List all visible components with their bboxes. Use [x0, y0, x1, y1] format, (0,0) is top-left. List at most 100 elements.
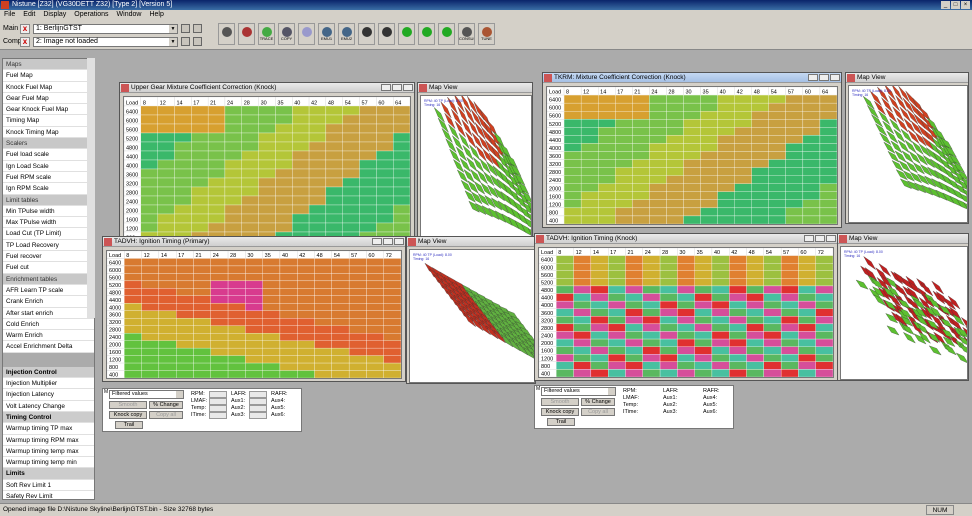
smooth-button[interactable]: Smooth [109, 401, 147, 409]
close-button[interactable] [394, 238, 404, 245]
sidebar-item[interactable]: Fuel RPM scale [3, 172, 94, 184]
sidebar-item[interactable]: Gear Knock Fuel Map [3, 104, 94, 116]
menu-window[interactable]: Window [117, 10, 142, 20]
window-caption[interactable]: TKRM: Mixture Coefficient Correction (Kn… [543, 73, 841, 83]
sidebar-item[interactable]: Injection Latency [3, 389, 94, 401]
sidebar-item[interactable]: Cold Enrich [3, 319, 94, 331]
sidebar-item[interactable]: Warm Enrich [3, 330, 94, 342]
sidebar-item[interactable]: Timing Map [3, 115, 94, 127]
maximize-button[interactable]: □ [951, 1, 960, 9]
window-caption[interactable]: Upper Gear Mixture Coefficient Correctio… [120, 83, 414, 93]
filter-select[interactable]: Filtered values [541, 387, 616, 396]
trail-button[interactable]: Trail [547, 418, 575, 426]
map-view-window[interactable]: Map View RPM: 40 TP (Load): 8.00 Timing: 1… [845, 72, 969, 224]
green-circle-2-icon[interactable] [418, 23, 435, 45]
data-grid[interactable]: Load 8 12 14 17 21 24 28 30 35 40 42 48 54 57 60 64 6400 6… [123, 96, 411, 251]
sidebar-item[interactable]: Fuel Map [3, 70, 94, 82]
data-grid[interactable]: Load 8 12 14 17 21 24 28 30 35 40 42 48 54 57 60 72 6400 6… [106, 250, 402, 379]
table-window-w3[interactable]: TADVH: Ignition Timing (Primary) Load 8 12 1… [102, 236, 406, 382]
sidebar-item[interactable]: Accel Enrichment Delta [3, 341, 94, 353]
table-window-w4[interactable]: TADVH: Ignition Timing (Knock) Load 8 12 14 1… [534, 233, 838, 381]
maximize-button[interactable] [815, 235, 825, 242]
maximize-button[interactable] [819, 74, 829, 81]
close-main-button[interactable]: x [20, 23, 30, 34]
save-comp-button[interactable] [193, 37, 202, 46]
knock-copy-button[interactable]: Knock copy [109, 411, 147, 419]
copy-icon[interactable]: COPY [278, 23, 295, 45]
close-button[interactable] [826, 235, 836, 242]
copy-all-button[interactable]: Copy all [581, 408, 615, 416]
data-grid[interactable]: Load 8 12 14 17 21 24 28 30 35 40 42 48 54 57 60 64 6400 6… [546, 86, 838, 225]
tune-icon[interactable]: TUNE [478, 23, 495, 45]
close-button[interactable]: × [961, 1, 970, 9]
3d-surface-plot[interactable]: RPM: 40 TP (Load): 8.00 Timing: 16 [840, 246, 968, 380]
graph-icon[interactable] [238, 23, 255, 45]
open-icon[interactable] [218, 23, 235, 45]
cross-icon[interactable] [378, 23, 395, 45]
sidebar-item[interactable]: Knock Fuel Map [3, 82, 94, 93]
window-caption[interactable]: TADVH: Ignition Timing (Knock) [535, 234, 837, 244]
search-icon[interactable] [298, 23, 315, 45]
open-comp-button[interactable] [181, 37, 190, 46]
data-grid[interactable]: Load 8 12 14 17 21 24 28 30 35 40 42 48 54 57 60 72 6400 6… [538, 247, 834, 378]
menu-file[interactable]: File [4, 10, 15, 20]
sidebar-item[interactable]: Ign Load Scale [3, 161, 94, 172]
map-view-window[interactable]: Map View RPM: 40 TP (Load): 8.00 Timing: 1… [837, 233, 969, 381]
pct-change-button[interactable]: % Change [149, 401, 183, 409]
sidebar-item[interactable]: Warmup timing temp min [3, 457, 94, 469]
trace-icon[interactable]: TRACE [258, 23, 275, 45]
table-window-w2[interactable]: TKRM: Mixture Coefficient Correction (Kn… [542, 72, 842, 228]
sidebar-item[interactable]: Ign RPM Scale [3, 183, 94, 195]
minimize-button[interactable]: _ [941, 1, 950, 9]
map-view-window[interactable]: Map View RPM: 40 TP (Load): 8.00 Timing: 1… [417, 82, 533, 252]
knock-copy-button[interactable]: Knock copy [541, 408, 579, 416]
smooth-button[interactable]: Smooth [541, 398, 579, 406]
maximize-button[interactable] [383, 238, 393, 245]
window-caption[interactable]: Map View [838, 234, 968, 244]
copy-all-button[interactable]: Copy all [149, 411, 183, 419]
window-caption[interactable]: Map View [418, 83, 532, 93]
sidebar-item[interactable]: AFR Learn TP scale [3, 285, 94, 297]
emu1-icon[interactable]: EMU1 [318, 23, 335, 45]
sidebar-item[interactable]: Load Cut (TP Limit) [3, 228, 94, 240]
sidebar-item[interactable]: Warmup timing temp max [3, 446, 94, 458]
sidebar-item[interactable]: TP Load Recovery [3, 240, 94, 252]
menu-edit[interactable]: Edit [23, 10, 35, 20]
green-circle-3-icon[interactable] [438, 23, 455, 45]
consult-icon[interactable]: CONSULT [458, 23, 475, 45]
sidebar-item[interactable]: Safety Rev Limit [3, 491, 94, 499]
3d-surface-plot[interactable]: RPM: 40 TP (Load): 8.00 Timing: 16 [848, 85, 968, 223]
sidebar-item[interactable]: Volt Latency Change [3, 401, 94, 412]
route-icon[interactable] [358, 23, 375, 45]
trail-button[interactable]: Trail [115, 421, 143, 429]
window-caption[interactable]: Map View [407, 237, 535, 247]
filter-select[interactable]: Filtered values [109, 390, 184, 399]
sidebar-item[interactable]: Fuel recover [3, 251, 94, 263]
menu-display[interactable]: Display [43, 10, 66, 20]
sidebar-item[interactable]: Crank Enrich [3, 296, 94, 308]
sidebar-item[interactable]: Max TPulse width [3, 217, 94, 229]
sidebar-item[interactable]: Injection Multiplier [3, 378, 94, 390]
minimize-button[interactable] [381, 84, 391, 91]
menu-operations[interactable]: Operations [74, 10, 108, 20]
green-circle-icon[interactable] [398, 23, 415, 45]
window-caption[interactable]: TADVH: Ignition Timing (Primary) [103, 237, 405, 247]
close-button[interactable] [830, 74, 840, 81]
sidebar-item[interactable]: Min TPulse width [3, 206, 94, 218]
sidebar-item[interactable]: Soft Rev Limit 1 [3, 480, 94, 491]
minimize-button[interactable] [804, 235, 814, 242]
sidebar-item[interactable]: Warmup timing TP max [3, 423, 94, 435]
3d-surface-plot[interactable]: RPM: 40 TP (Load): 8.00 Timing: 16 [409, 249, 535, 383]
table-window-w1[interactable]: Upper Gear Mixture Coefficient Correctio… [119, 82, 415, 254]
close-comp-button[interactable]: x [20, 36, 30, 47]
emu2-icon[interactable]: EMU2 [338, 23, 355, 45]
minimize-button[interactable] [808, 74, 818, 81]
menu-help[interactable]: Help [149, 10, 163, 20]
sidebar-item[interactable]: Fuel load scale [3, 149, 94, 161]
open-main-button[interactable] [181, 24, 190, 33]
maximize-button[interactable] [392, 84, 402, 91]
sidebar-item[interactable]: Warmup timing RPM max [3, 435, 94, 446]
sidebar-item[interactable]: Knock Timing Map [3, 127, 94, 139]
main-image-select[interactable]: 1: BerlijnGTST ▼ [33, 23, 178, 34]
sidebar-scrollbar[interactable] [87, 58, 95, 318]
